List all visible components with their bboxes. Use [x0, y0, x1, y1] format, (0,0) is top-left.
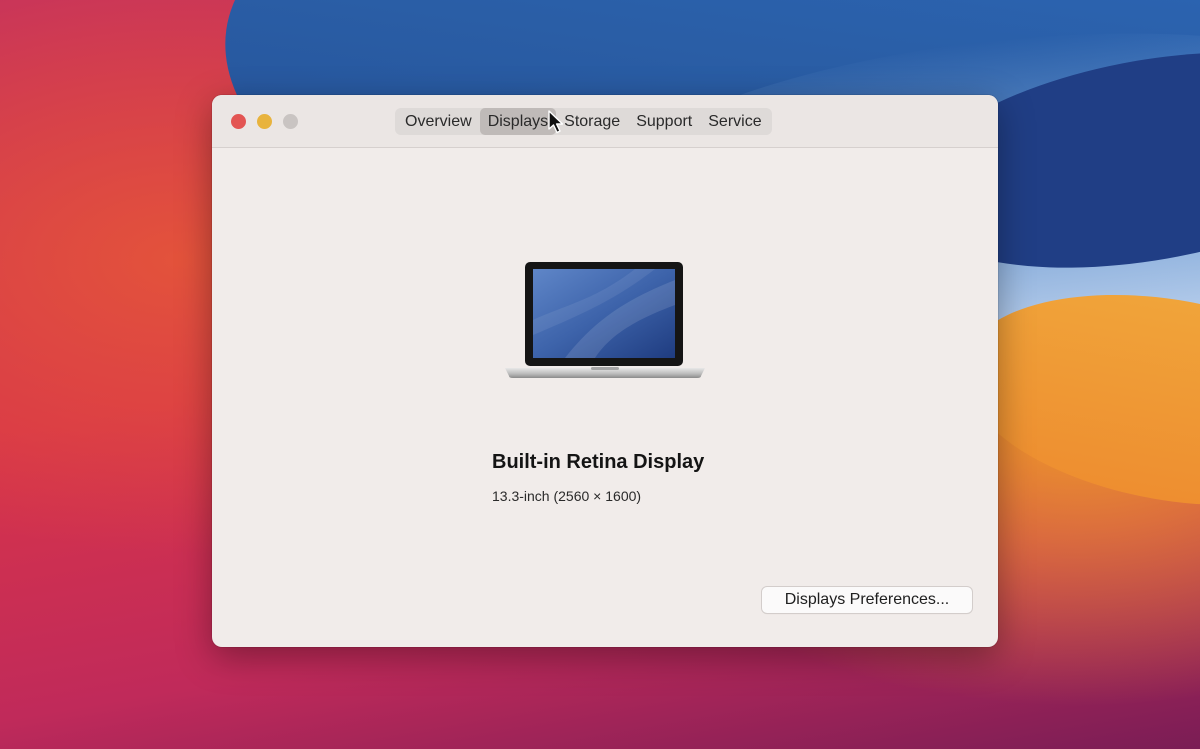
close-button[interactable]: [231, 114, 246, 129]
tab-support[interactable]: Support: [628, 108, 700, 135]
tab-displays[interactable]: Displays: [479, 108, 557, 135]
zoom-button[interactable]: [283, 114, 298, 129]
display-title: Built-in Retina Display: [492, 451, 705, 473]
window-titlebar: Overview Displays Storage Support Servic…: [212, 95, 998, 148]
tab-storage[interactable]: Storage: [556, 108, 628, 135]
tab-service[interactable]: Service: [700, 108, 769, 135]
tab-bar: Overview Displays Storage Support Servic…: [395, 108, 772, 135]
tab-overview[interactable]: Overview: [397, 108, 480, 135]
about-this-mac-window: Overview Displays Storage Support Servic…: [212, 95, 998, 647]
cursor-icon: [548, 110, 564, 134]
laptop-icon: [505, 262, 705, 378]
desktop-wallpaper: Overview Displays Storage Support Servic…: [0, 0, 1200, 749]
minimize-button[interactable]: [257, 114, 272, 129]
displays-preferences-button[interactable]: Displays Preferences...: [762, 587, 972, 613]
display-details: 13.3-inch (2560 × 1600): [492, 488, 642, 504]
